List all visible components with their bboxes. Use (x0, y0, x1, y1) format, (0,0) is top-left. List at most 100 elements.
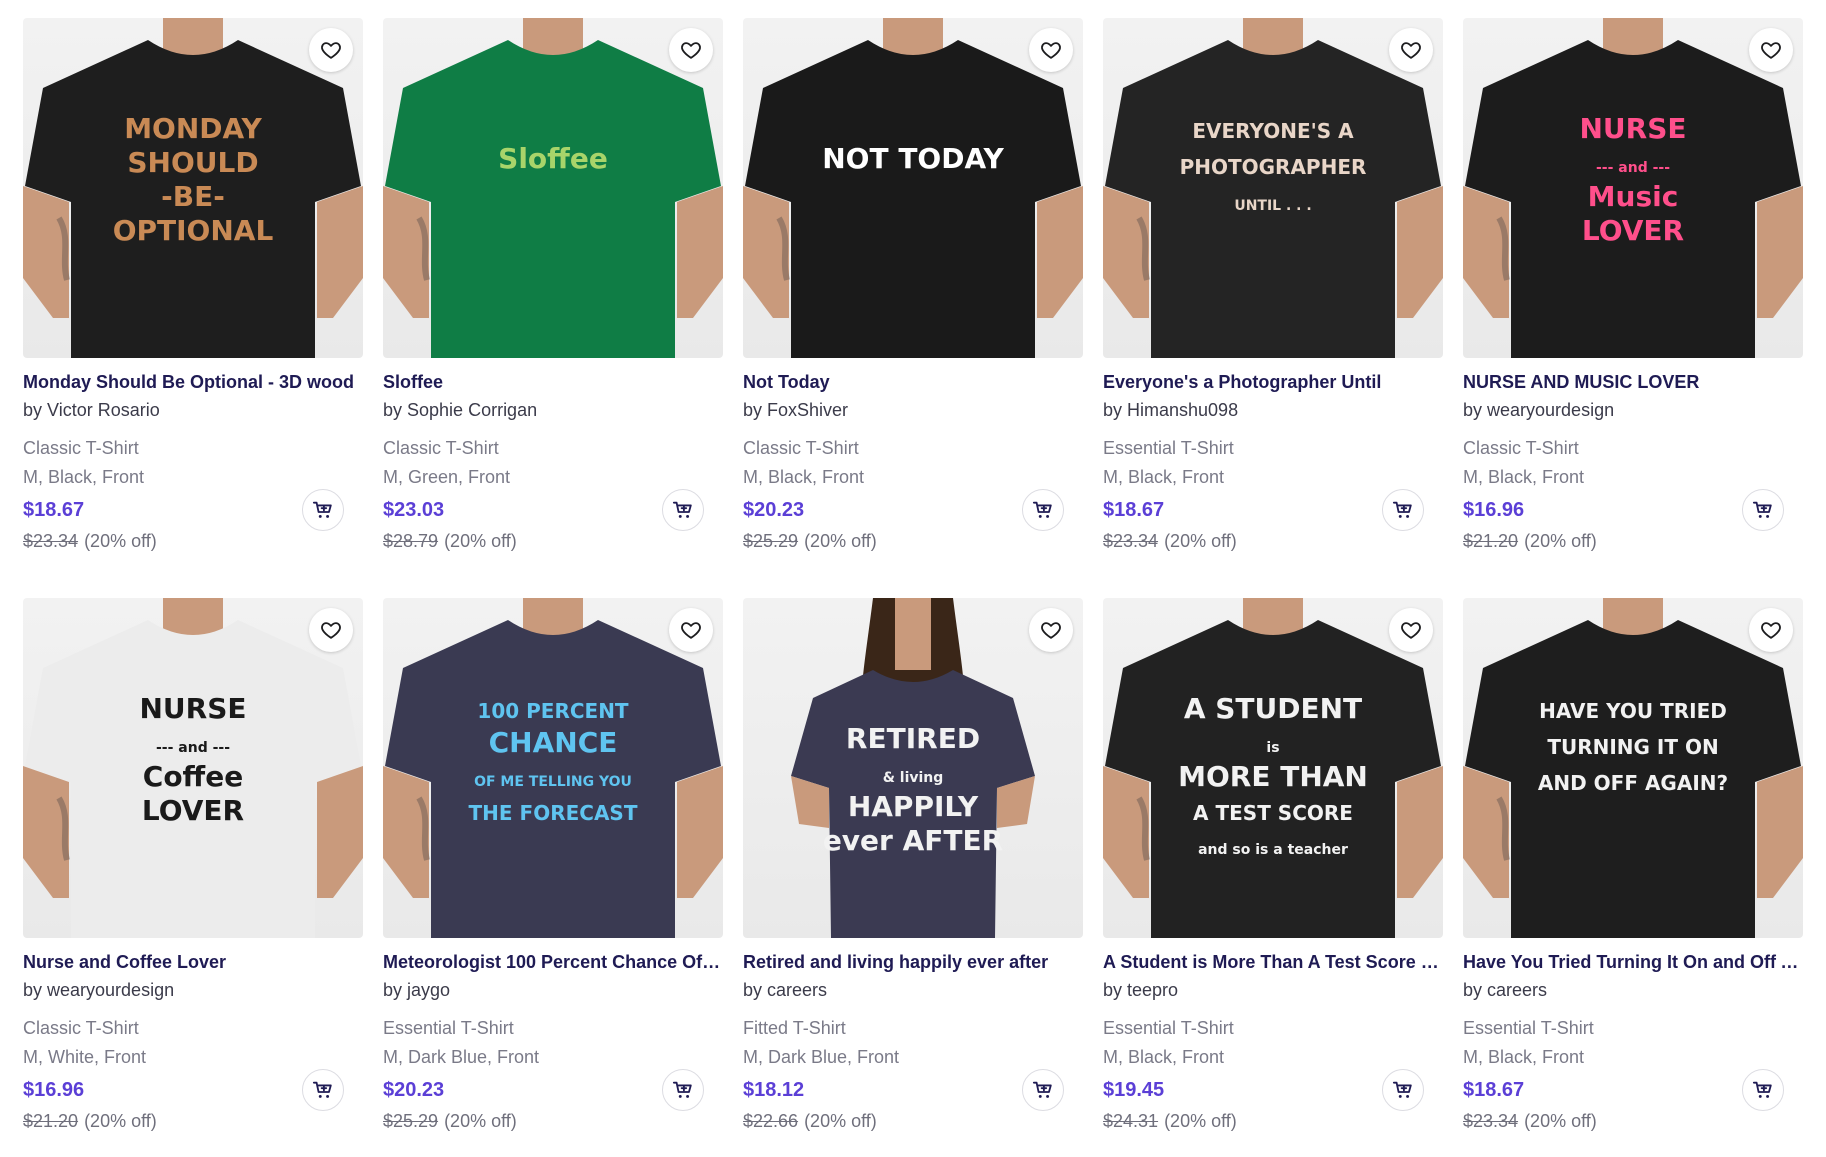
product-image[interactable]: RETIRED & living HAPPILY ever AFTER (743, 598, 1083, 938)
product-variant: M, Black, Front (1463, 467, 1585, 487)
artist-link[interactable]: Himanshu098 (1127, 400, 1238, 420)
favorite-button[interactable] (309, 28, 353, 72)
product-image[interactable]: EVERYONE'S A PHOTOGRAPHER UNTIL . . . (1103, 18, 1443, 358)
add-to-cart-button[interactable] (1022, 1069, 1064, 1111)
print-text: MORE THAN (1178, 760, 1368, 793)
print-text: is (1266, 740, 1279, 756)
artist-link[interactable]: Sophie Corrigan (407, 400, 537, 420)
by-label: by (383, 980, 403, 1000)
product-card[interactable]: RETIRED & living HAPPILY ever AFTER Retired… (743, 598, 1083, 1138)
discount-label: (20% off) (1524, 531, 1597, 551)
product-card[interactable]: NURSE --- and --- Coffee LOVER Nurse and Co… (23, 598, 363, 1138)
artist-link[interactable]: teepro (1127, 980, 1178, 1000)
product-card[interactable]: HAVE YOU TRIED TURNING IT ON AND OFF AGAIN… (1463, 598, 1803, 1138)
product-info: Not Today by FoxShiver Classic T-Shirt M,… (743, 358, 1083, 553)
favorite-button[interactable] (1389, 608, 1433, 652)
favorite-button[interactable] (309, 608, 353, 652)
product-info: Retired and living happily ever after by… (743, 938, 1083, 1133)
product-title[interactable]: NURSE AND MUSIC LOVER (1463, 370, 1803, 394)
add-to-cart-icon (1752, 1081, 1772, 1098)
product-image[interactable]: 100 PERCENT CHANCE OF ME TELLING YOU THE FO… (383, 598, 723, 938)
original-price-row: $23.34 (20% off) (1103, 529, 1443, 553)
tshirt-mockup: RETIRED & living HAPPILYever AFTER (791, 598, 1035, 938)
favorite-button[interactable] (1389, 28, 1433, 72)
product-image[interactable]: NOT TODAY (743, 18, 1083, 358)
artist-link[interactable]: Victor Rosario (47, 400, 160, 420)
original-price: $24.31 (1103, 1111, 1159, 1131)
heart-outline-icon (1041, 42, 1061, 59)
product-title[interactable]: Meteorologist 100 Percent Chance Of Me T… (383, 950, 723, 974)
print-text: -BE- (161, 180, 225, 213)
product-card[interactable]: EVERYONE'S A PHOTOGRAPHER UNTIL . . . Ever… (1103, 18, 1443, 570)
by-label: by (23, 980, 43, 1000)
add-to-cart-button[interactable] (1382, 1069, 1424, 1111)
product-card[interactable]: 100 PERCENT CHANCE OF ME TELLING YOU THE FO… (383, 598, 723, 1138)
print-text: and so is a teacher (1198, 842, 1348, 858)
original-price-row: $23.34 (20% off) (23, 529, 363, 553)
favorite-button[interactable] (1029, 28, 1073, 72)
by-label: by (743, 400, 763, 420)
product-type: Classic T-Shirt (383, 438, 499, 458)
add-to-cart-button[interactable] (302, 489, 344, 531)
by-label: by (1463, 980, 1483, 1000)
product-card[interactable]: NURSE --- and --- Music LOVER NURSE AND MUS… (1463, 18, 1803, 570)
favorite-button[interactable] (1749, 608, 1793, 652)
print-text: NURSE (139, 692, 246, 725)
product-image[interactable]: HAVE YOU TRIED TURNING IT ON AND OFF AGAIN… (1463, 598, 1803, 938)
original-price: $25.29 (383, 1111, 439, 1131)
product-info: Everyone's a Photographer Until by Himans… (1103, 358, 1443, 553)
product-card[interactable]: NOT TODAY Not Today by FoxShiver Classic … (743, 18, 1083, 570)
artist-link[interactable]: FoxShiver (767, 400, 848, 420)
original-price: $21.20 (23, 1111, 79, 1131)
product-image[interactable]: Sloffee (383, 18, 723, 358)
artist-link[interactable]: wearyourdesign (1487, 400, 1614, 420)
product-info: Nurse and Coffee Lover by wearyourdesign … (23, 938, 363, 1133)
print-text: AND OFF AGAIN? (1538, 771, 1728, 795)
print-text: ever AFTER (823, 824, 1003, 857)
favorite-button[interactable] (1029, 608, 1073, 652)
product-title[interactable]: Monday Should Be Optional - 3D wood (23, 370, 363, 394)
product-image[interactable]: NURSE --- and --- Coffee LOVER (23, 598, 363, 938)
favorite-button[interactable] (669, 28, 713, 72)
product-title[interactable]: Sloffee (383, 370, 723, 394)
product-image[interactable]: A STUDENT is MORE THAN A TEST SCORE and so i… (1103, 598, 1443, 938)
artist-link[interactable]: careers (767, 980, 827, 1000)
product-title[interactable]: A Student is More Than A Test Score - an… (1103, 950, 1443, 974)
add-to-cart-button[interactable] (1022, 489, 1064, 531)
favorite-button[interactable] (1749, 28, 1793, 72)
print-text: Sloffee (498, 142, 608, 175)
product-title[interactable]: Retired and living happily ever after (743, 950, 1083, 974)
add-to-cart-button[interactable] (662, 489, 704, 531)
artist-link[interactable]: jaygo (407, 980, 450, 1000)
heart-outline-icon (321, 622, 341, 639)
tshirt-mockup: HAVE YOU TRIED TURNING IT ON AND OFF AGAIN… (1463, 598, 1803, 938)
product-title[interactable]: Not Today (743, 370, 1083, 394)
artist-link[interactable]: careers (1487, 980, 1547, 1000)
original-price-row: $28.79 (20% off) (383, 529, 723, 553)
add-to-cart-button[interactable] (1742, 1069, 1784, 1111)
original-price-row: $25.29 (20% off) (383, 1109, 723, 1133)
product-title[interactable]: Have You Tried Turning It On and Off Aga… (1463, 950, 1803, 974)
artist-line: by careers (1463, 978, 1803, 1002)
discount-label: (20% off) (444, 531, 517, 551)
product-title[interactable]: Nurse and Coffee Lover (23, 950, 363, 974)
heart-outline-icon (1761, 42, 1781, 59)
add-to-cart-button[interactable] (302, 1069, 344, 1111)
product-card[interactable]: Sloffee Sloffee by Sophie Corrigan Classi… (383, 18, 723, 570)
by-label: by (1463, 400, 1483, 420)
tshirt-mockup: Sloffee (383, 18, 723, 358)
heart-outline-icon (321, 42, 341, 59)
print-text: LOVER (142, 794, 244, 827)
add-to-cart-button[interactable] (1742, 489, 1784, 531)
favorite-button[interactable] (669, 608, 713, 652)
artist-link[interactable]: wearyourdesign (47, 980, 174, 1000)
product-image[interactable]: NURSE --- and --- Music LOVER (1463, 18, 1803, 358)
product-card[interactable]: MONDAY SHOULD -BE- OPTIONAL Monday Should B… (23, 18, 363, 570)
product-variant: M, Dark Blue, Front (383, 1047, 540, 1067)
print-text: --- and --- (156, 740, 230, 756)
product-image[interactable]: MONDAY SHOULD -BE- OPTIONAL (23, 18, 363, 358)
product-card[interactable]: A STUDENT is MORE THAN A TEST SCORE and so i… (1103, 598, 1443, 1138)
product-title[interactable]: Everyone's a Photographer Until (1103, 370, 1443, 394)
add-to-cart-button[interactable] (662, 1069, 704, 1111)
add-to-cart-button[interactable] (1382, 489, 1424, 531)
